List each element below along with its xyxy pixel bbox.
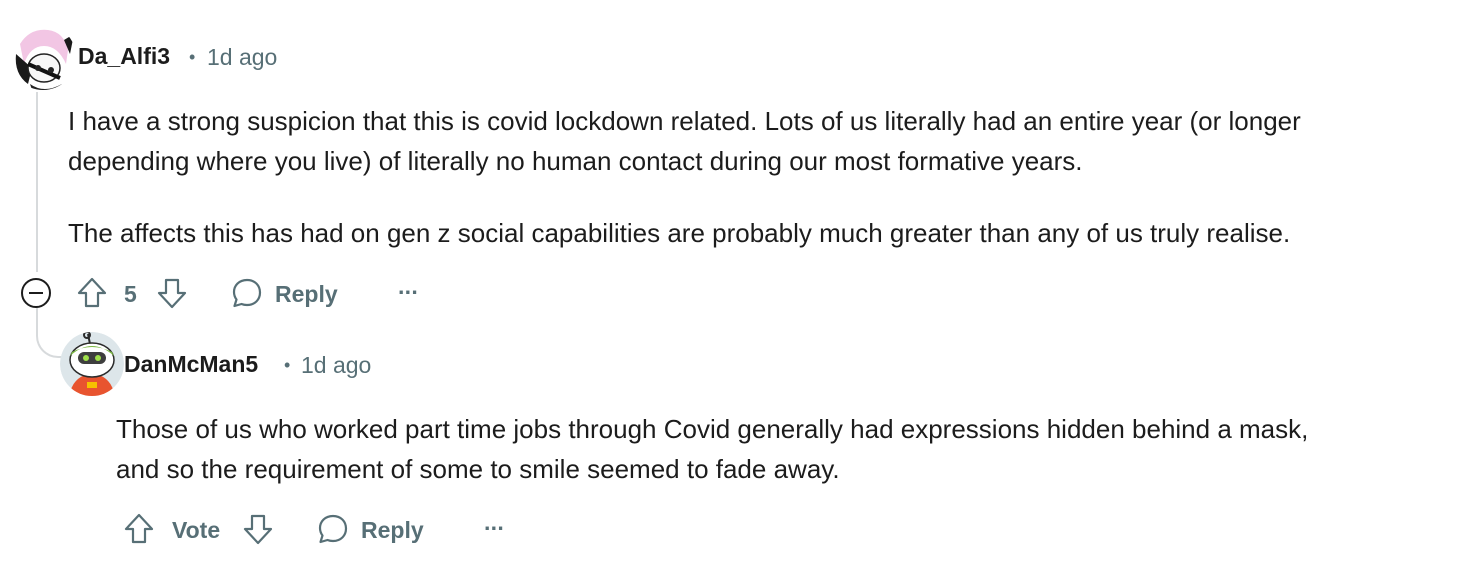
- collapse-icon[interactable]: [20, 277, 52, 309]
- reply-bubble-icon: [230, 276, 264, 310]
- reply-label: Reply: [275, 281, 338, 307]
- upvote-icon[interactable]: [123, 512, 155, 546]
- meta-separator: •: [284, 355, 291, 375]
- meta-separator: •: [189, 47, 196, 67]
- comment-author[interactable]: DanMcMan5: [124, 351, 258, 378]
- reply-button[interactable]: Reply: [230, 276, 350, 310]
- comment-timestamp[interactable]: 1d ago: [301, 352, 371, 379]
- thread-line-main: [36, 92, 38, 272]
- comment-body-line: The affects this has had on gen z social…: [68, 218, 1291, 248]
- upvote-icon[interactable]: [76, 276, 108, 310]
- comment-author[interactable]: Da_Alfi3: [78, 43, 170, 70]
- comment-body-line: Those of us who worked part time jobs th…: [116, 414, 1309, 444]
- more-options-icon[interactable]: ···: [484, 515, 505, 542]
- downvote-icon[interactable]: [156, 276, 188, 310]
- avatar[interactable]: [60, 332, 124, 396]
- more-options-icon[interactable]: ···: [398, 279, 419, 306]
- comment-body-line: depending where you live) of literally n…: [68, 146, 1083, 176]
- comment-body-line: and so the requirement of some to smile …: [116, 454, 840, 484]
- avatar[interactable]: [10, 24, 76, 90]
- downvote-icon[interactable]: [242, 512, 274, 546]
- thread-line-branch: [36, 306, 66, 358]
- comment-timestamp[interactable]: 1d ago: [207, 44, 277, 71]
- reply-button[interactable]: Reply: [316, 512, 436, 546]
- reply-label: Reply: [361, 517, 424, 543]
- comment-body-line: I have a strong suspicion that this is c…: [68, 106, 1301, 136]
- vote-label: Vote: [172, 517, 221, 543]
- reply-bubble-icon: [316, 512, 350, 546]
- vote-score: 5: [124, 281, 137, 307]
